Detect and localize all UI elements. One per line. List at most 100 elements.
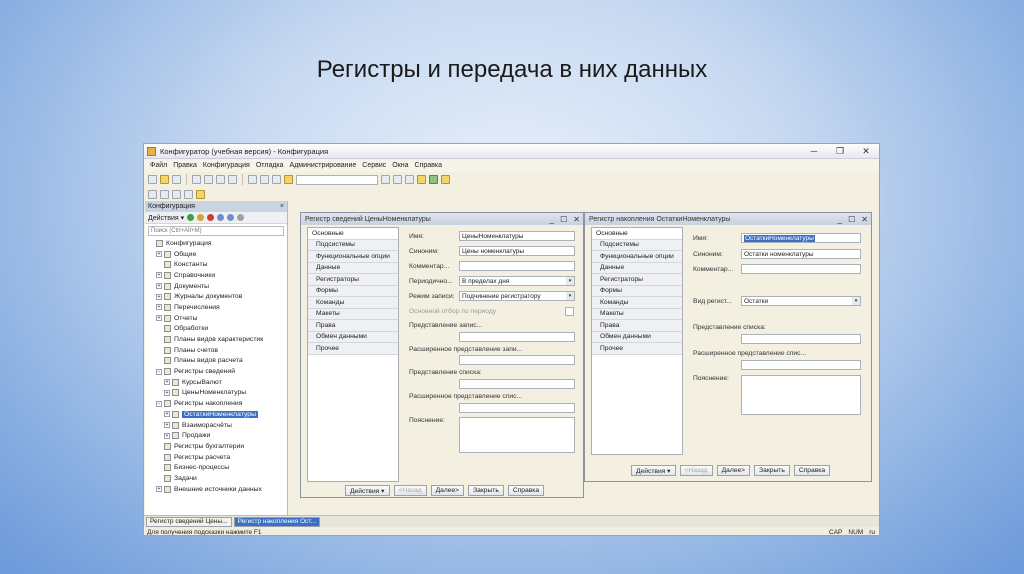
tab-forms[interactable]: Формы [592, 285, 682, 297]
ext-list-repr-field[interactable] [459, 403, 575, 413]
tree-item[interactable]: Регистры бухгалтерии [145, 441, 287, 452]
tree-item[interactable]: + КурсыВалют [145, 377, 287, 388]
tree-item[interactable]: + ЦеныНоменклатуры [145, 388, 287, 399]
comment-field[interactable] [459, 261, 575, 271]
menu-file[interactable]: Файл [150, 162, 167, 169]
expander-icon[interactable]: − [156, 368, 162, 375]
tree-item[interactable]: + ОстаткиНоменклатуры [145, 409, 287, 420]
comment-field[interactable] [741, 264, 861, 274]
menu-service[interactable]: Сервис [362, 162, 386, 169]
tree-item[interactable]: − Регистры сведений [145, 366, 287, 377]
tab-data[interactable]: Данные [308, 262, 398, 274]
tree-item[interactable]: + Перечисления [145, 302, 287, 313]
help-icon[interactable] [441, 175, 450, 184]
tree-item[interactable]: + Справочники [145, 270, 287, 281]
db-icon[interactable] [160, 190, 169, 199]
menu-edit[interactable]: Правка [173, 162, 197, 169]
update-db-icon[interactable] [172, 190, 181, 199]
syntax-assistant-icon[interactable] [417, 175, 426, 184]
tab-main[interactable]: Основные [308, 228, 398, 240]
expander-icon[interactable]: − [156, 400, 162, 407]
note-textarea[interactable] [741, 375, 861, 415]
tab-subsystems[interactable]: Подсистемы [592, 239, 682, 251]
maximize-icon[interactable]: ☐ [848, 215, 855, 224]
expander-icon[interactable]: + [156, 315, 162, 322]
menu-windows[interactable]: Окна [392, 162, 408, 169]
tree-item[interactable]: Планы видов характеристик [145, 334, 287, 345]
tab-functional-options[interactable]: Функциональные опции [308, 251, 398, 263]
next-button[interactable]: Далее> [430, 485, 465, 496]
tree-item[interactable]: + Продажи [145, 430, 287, 441]
edit-icon[interactable] [197, 214, 205, 221]
next-button[interactable]: Далее> [716, 465, 751, 476]
tree-item[interactable]: − Регистры накопления [145, 398, 287, 409]
tab-data-exchange[interactable]: Обмен данными [592, 331, 682, 343]
actions-button[interactable]: Действия ▾ [345, 485, 390, 496]
search-input[interactable]: Поиск (Ctrl+Alt+M) [148, 226, 284, 236]
expander-icon[interactable]: + [164, 389, 170, 396]
tree-item[interactable]: Планы счетов [145, 345, 287, 356]
record-repr-field[interactable] [459, 332, 575, 342]
menu-administration[interactable]: Администрирование [290, 162, 357, 169]
main-filter-checkbox[interactable] [565, 307, 574, 316]
tab-main[interactable]: Основные [592, 228, 682, 240]
expander-icon[interactable]: + [156, 283, 162, 290]
expander-icon[interactable]: + [164, 379, 170, 386]
list-repr-field[interactable] [741, 334, 861, 344]
tab-commands[interactable]: Команды [592, 297, 682, 309]
open-icon[interactable] [160, 175, 169, 184]
print-icon[interactable] [248, 175, 257, 184]
list-repr-field[interactable] [459, 379, 575, 389]
tab-subsystems[interactable]: Подсистемы [308, 239, 398, 251]
config-tree-icon[interactable] [148, 190, 157, 199]
actions-button[interactable]: Действия ▾ [631, 465, 676, 476]
note-textarea[interactable] [459, 417, 575, 453]
close-icon[interactable]: ✕ [573, 215, 580, 224]
restore-button[interactable]: ❐ [827, 146, 853, 157]
replace-icon[interactable] [393, 175, 402, 184]
minimize-icon[interactable]: _ [838, 215, 842, 224]
add-icon[interactable] [187, 214, 195, 221]
undo-icon[interactable] [260, 175, 269, 184]
search-combobox[interactable] [296, 174, 378, 185]
expander-icon[interactable]: + [156, 293, 162, 300]
expander-icon[interactable]: + [156, 486, 162, 493]
tree-item[interactable]: + Документы [145, 281, 287, 292]
find-next-icon[interactable] [381, 175, 390, 184]
cut-icon[interactable] [192, 175, 201, 184]
debug-icon[interactable] [196, 190, 205, 199]
tab-commands[interactable]: Команды [308, 297, 398, 309]
tree-item[interactable]: + Взаиморасчёты [145, 420, 287, 431]
tab-templates[interactable]: Макеты [308, 308, 398, 320]
copy-icon[interactable] [204, 175, 213, 184]
tree-item[interactable]: Регистры расчета [145, 452, 287, 463]
back-button[interactable]: <Назад [679, 465, 713, 476]
help-button[interactable]: Справка [793, 465, 831, 476]
dropdown-arrow-icon[interactable]: ▾ [852, 297, 860, 305]
task-accumulation-register[interactable]: Регистр накопления Ост... [233, 516, 321, 527]
tab-rights[interactable]: Права [592, 320, 682, 332]
expander-icon[interactable]: + [164, 432, 170, 439]
delete-icon[interactable] [228, 175, 237, 184]
tab-registrars[interactable]: Регистраторы [592, 274, 682, 286]
actions-menu[interactable]: Действия ▾ [148, 214, 184, 222]
expander-icon[interactable]: + [164, 411, 170, 418]
tree-item[interactable]: + Внешние источники данных [145, 484, 287, 495]
minimize-button[interactable]: ─ [801, 146, 827, 156]
tab-templates[interactable]: Макеты [592, 308, 682, 320]
menu-debug[interactable]: Отладка [256, 162, 284, 169]
tab-rights[interactable]: Права [308, 320, 398, 332]
close-dialog-button[interactable]: Закрыть [468, 485, 504, 496]
task-info-register[interactable]: Регистр сведений Цены... [146, 516, 232, 527]
menu-configuration[interactable]: Конфигурация [203, 162, 250, 169]
tree-item[interactable]: Бизнес-процессы [145, 462, 287, 473]
expander-icon[interactable]: + [156, 251, 162, 258]
synonym-field[interactable]: Цены номенклатуры [459, 246, 575, 256]
bookmark-icon[interactable] [405, 175, 414, 184]
minimize-icon[interactable]: _ [550, 215, 554, 224]
dropdown-arrow-icon[interactable]: ▾ [566, 292, 574, 300]
delete-icon[interactable] [207, 214, 215, 221]
expander-icon[interactable]: + [156, 304, 162, 311]
tab-registrars[interactable]: Регистраторы [308, 274, 398, 286]
close-panel-icon[interactable]: × [280, 203, 284, 210]
